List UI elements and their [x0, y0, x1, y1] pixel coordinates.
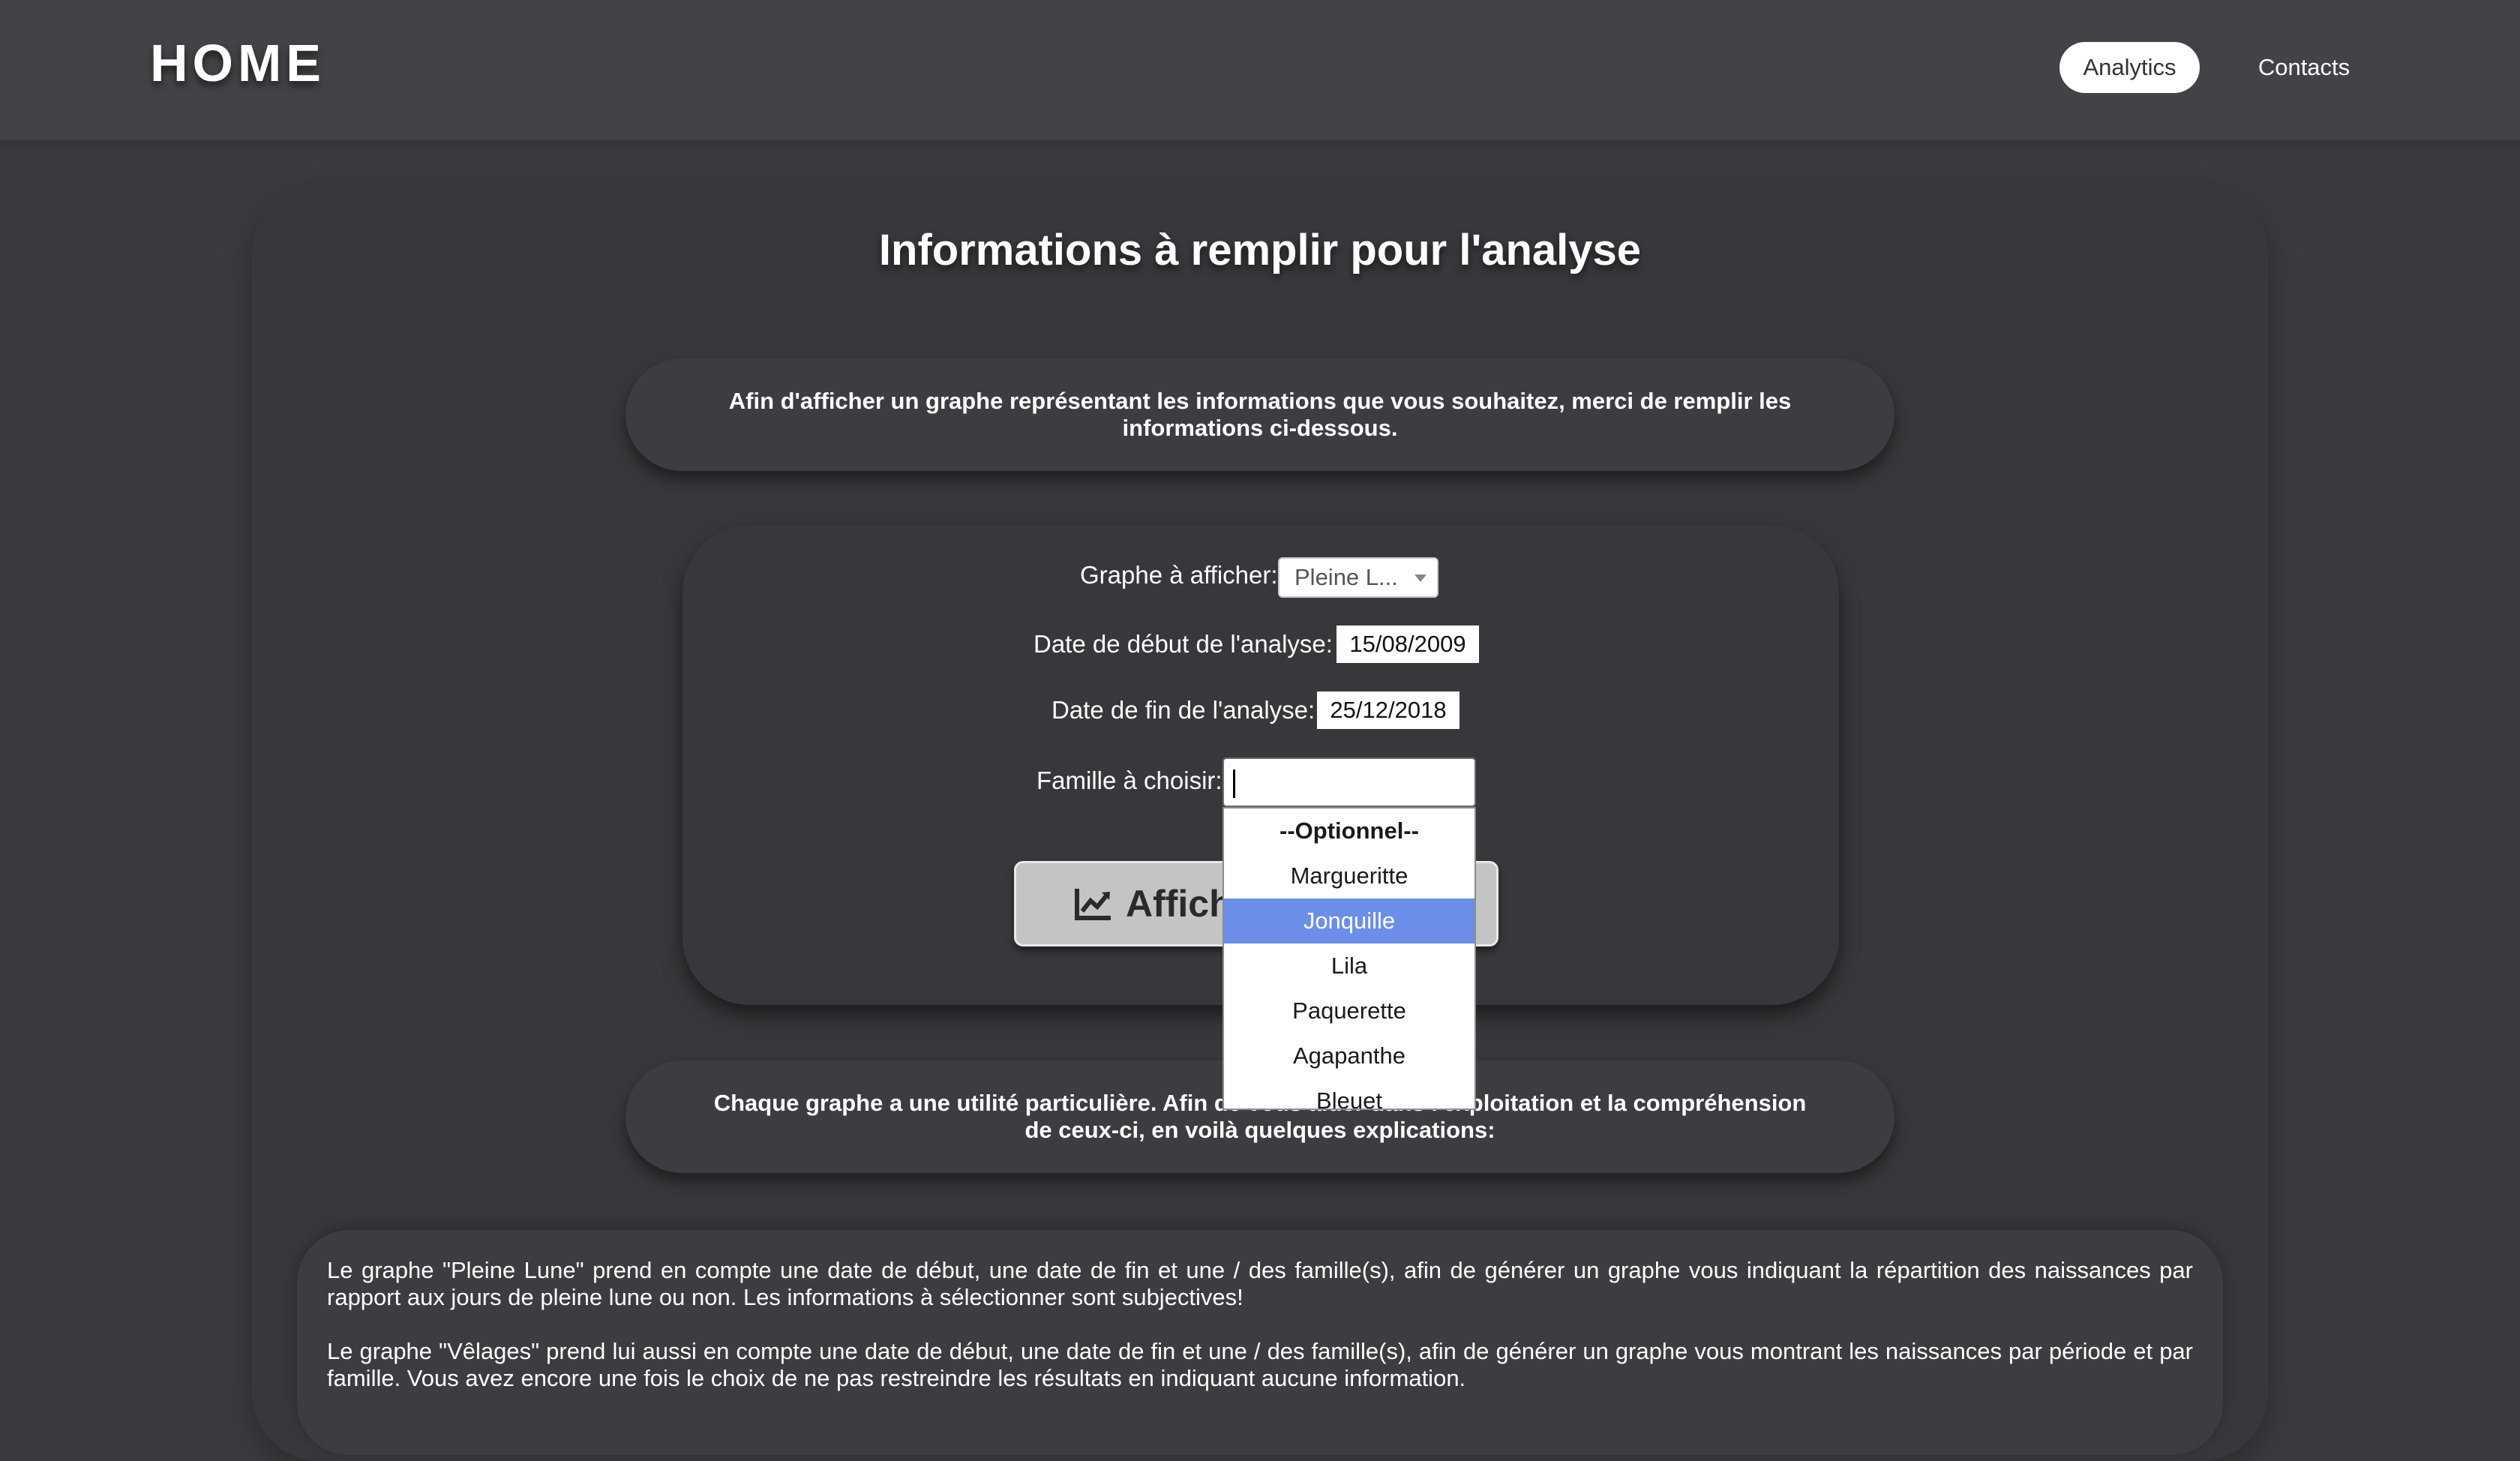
graph-select-label: Graphe à afficher: — [1080, 561, 1278, 589]
explanation-pleine-lune: Le graphe "Pleine Lune" prend en compte … — [327, 1257, 2193, 1310]
top-navbar: HOME Analytics Contacts — [0, 0, 2520, 142]
start-date-input[interactable]: 15/08/2009 — [1336, 626, 1479, 663]
dropdown-option[interactable]: Lila — [1224, 944, 1474, 988]
home-logo-link[interactable]: HOME — [150, 33, 326, 93]
intro-notice: Afin d'afficher un graphe représentant l… — [626, 358, 1894, 471]
graph-select[interactable]: Pleine L... — [1278, 557, 1438, 598]
family-label: Famille à choisir: — [1036, 766, 1222, 794]
dropdown-option-highlighted[interactable]: Jonquille — [1224, 898, 1474, 944]
dropdown-option[interactable]: --Optionnel-- — [1224, 808, 1474, 854]
page-title: Informations à remplir pour l'analyse — [878, 226, 1642, 274]
nav-analytics-link[interactable]: Analytics — [2060, 42, 2200, 93]
end-date-input[interactable]: 25/12/2018 — [1317, 692, 1460, 729]
dropdown-option[interactable]: Paquerette — [1224, 988, 1474, 1034]
chevron-down-icon — [1414, 574, 1426, 582]
dropdown-option[interactable]: Bleuet — [1224, 1078, 1474, 1108]
text-cursor — [1233, 770, 1235, 798]
end-date-label: Date de fin de l'analyse: — [1052, 696, 1316, 724]
line-chart-icon — [1075, 889, 1111, 920]
family-search-input[interactable] — [1222, 758, 1476, 807]
family-dropdown-list[interactable]: --Optionnel-- Margueritte Jonquille Lila… — [1222, 807, 1476, 1110]
show-graph-button-label: Affich — [1126, 883, 1232, 925]
explanation-velages: Le graphe "Vêlages" prend lui aussi en c… — [327, 1338, 2193, 1391]
nav-contacts-link[interactable]: Contacts — [2244, 42, 2364, 93]
dropdown-option[interactable]: Agapanthe — [1224, 1034, 1474, 1078]
dropdown-option[interactable]: Margueritte — [1224, 854, 1474, 898]
graph-select-value: Pleine L... — [1294, 564, 1398, 590]
intro-notice-text: Afin d'afficher un graphe représentant l… — [728, 388, 1792, 441]
start-date-label: Date de début de l'analyse: — [1034, 630, 1333, 658]
